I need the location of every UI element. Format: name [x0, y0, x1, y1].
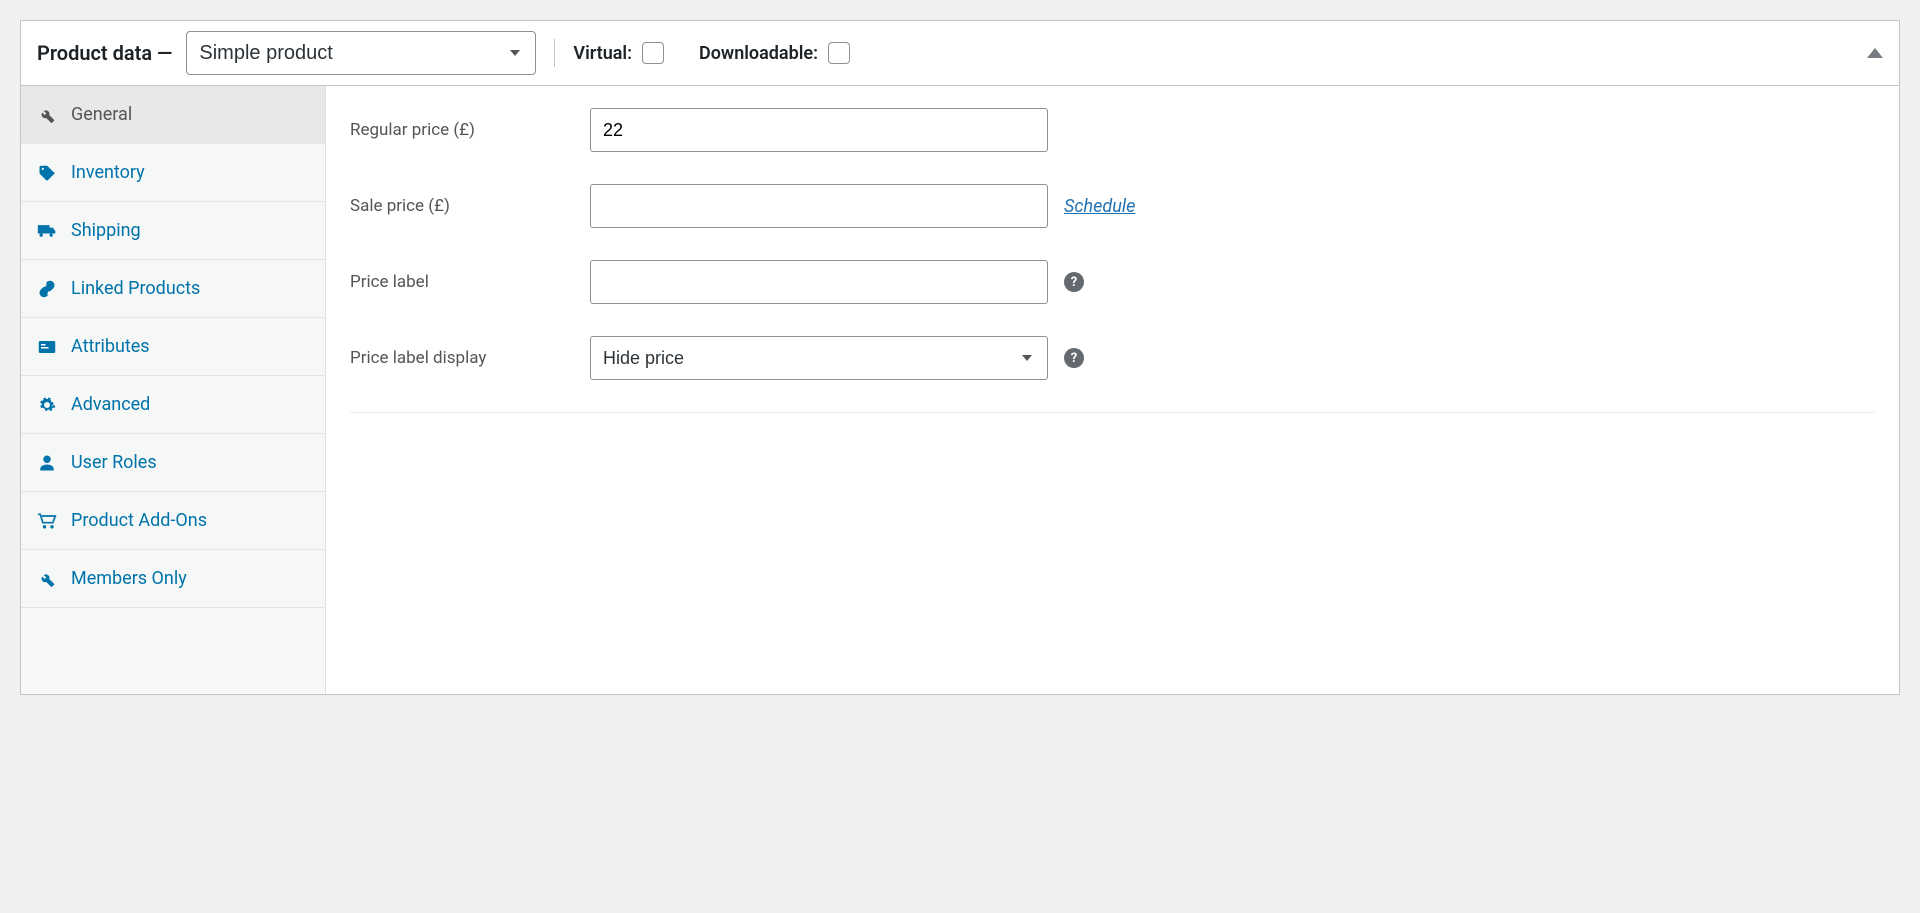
- regular-price-label: Regular price (£): [350, 120, 590, 140]
- tag-icon: [37, 164, 57, 182]
- wrench-icon: [37, 570, 57, 588]
- panel-body: General Inventory Shipping Linked Produc…: [21, 86, 1899, 694]
- cart-icon: [37, 512, 57, 530]
- price-label-display-row: Price label display Hide price ?: [350, 336, 1875, 380]
- tab-shipping[interactable]: Shipping: [21, 202, 325, 260]
- schedule-link[interactable]: Schedule: [1064, 196, 1135, 217]
- divider: [554, 39, 555, 67]
- content-spacer: [350, 412, 1875, 672]
- id-card-icon: [37, 340, 57, 354]
- panel-title: Product data —: [37, 41, 172, 65]
- price-label-input[interactable]: [590, 260, 1048, 304]
- tab-label: General: [71, 104, 132, 125]
- tab-product-addons[interactable]: Product Add-Ons: [21, 492, 325, 550]
- virtual-checkbox[interactable]: [642, 42, 664, 64]
- sale-price-row: Sale price (£) Schedule: [350, 184, 1875, 228]
- tab-label: Shipping: [71, 220, 141, 241]
- collapse-toggle-icon[interactable]: [1867, 48, 1883, 58]
- tab-user-roles[interactable]: User Roles: [21, 434, 325, 492]
- user-icon: [37, 454, 57, 472]
- tab-advanced[interactable]: Advanced: [21, 376, 325, 434]
- sale-price-label: Sale price (£): [350, 196, 590, 216]
- tab-linked-products[interactable]: Linked Products: [21, 260, 325, 318]
- tab-inventory[interactable]: Inventory: [21, 144, 325, 202]
- product-data-panel: Product data — Simple product Virtual: D…: [20, 20, 1900, 695]
- help-icon[interactable]: ?: [1064, 272, 1084, 292]
- regular-price-row: Regular price (£): [350, 108, 1875, 152]
- regular-price-input[interactable]: [590, 108, 1048, 152]
- help-icon[interactable]: ?: [1064, 348, 1084, 368]
- downloadable-checkbox[interactable]: [828, 42, 850, 64]
- tab-label: Inventory: [71, 162, 145, 183]
- tab-label: Advanced: [71, 394, 150, 415]
- tab-content-general: Regular price (£) Sale price (£) Schedul…: [326, 86, 1899, 694]
- sale-price-input[interactable]: [590, 184, 1048, 228]
- side-tabs: General Inventory Shipping Linked Produc…: [21, 86, 326, 694]
- downloadable-option[interactable]: Downloadable:: [699, 39, 853, 67]
- product-type-select[interactable]: Simple product: [186, 31, 536, 75]
- tab-general[interactable]: General: [21, 86, 325, 144]
- tab-attributes[interactable]: Attributes: [21, 318, 325, 376]
- virtual-option[interactable]: Virtual:: [573, 39, 667, 67]
- virtual-label: Virtual:: [573, 43, 632, 64]
- gear-icon: [37, 396, 57, 414]
- wrench-icon: [37, 106, 57, 124]
- price-label-display-select[interactable]: Hide price: [590, 336, 1048, 380]
- link-icon: [37, 280, 57, 298]
- price-label-row: Price label ?: [350, 260, 1875, 304]
- tab-members-only[interactable]: Members Only: [21, 550, 325, 608]
- price-label-display-label: Price label display: [350, 348, 590, 368]
- tab-label: User Roles: [71, 452, 157, 473]
- tab-label: Linked Products: [71, 278, 200, 299]
- tab-label: Attributes: [71, 336, 150, 357]
- downloadable-label: Downloadable:: [699, 43, 818, 64]
- tab-label: Product Add-Ons: [71, 510, 207, 531]
- tab-label: Members Only: [71, 568, 187, 589]
- product-data-header: Product data — Simple product Virtual: D…: [21, 21, 1899, 86]
- truck-icon: [37, 223, 57, 239]
- price-label-label: Price label: [350, 272, 590, 292]
